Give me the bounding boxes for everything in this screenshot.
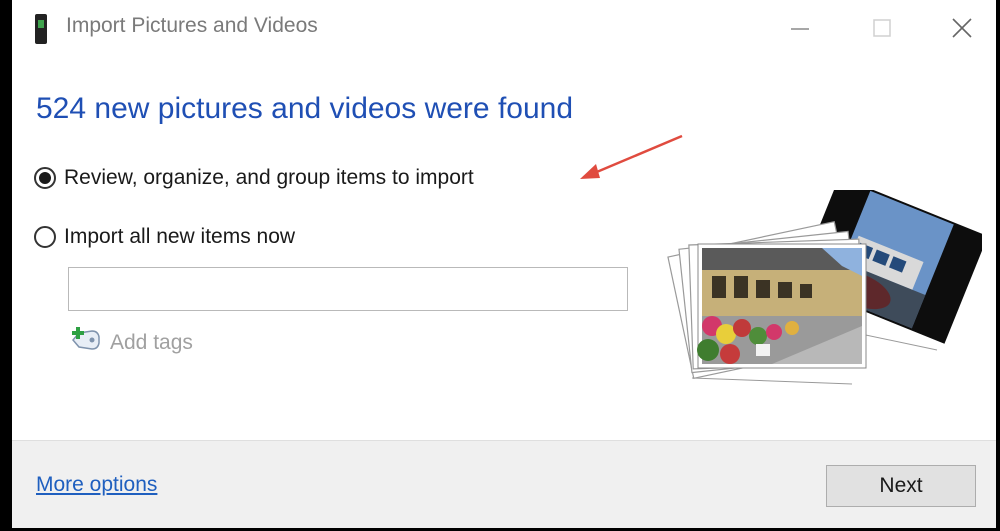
close-icon bbox=[952, 18, 972, 38]
maximize-button[interactable] bbox=[854, 0, 910, 56]
camera-device-icon bbox=[34, 14, 48, 44]
radio-selected-icon[interactable] bbox=[34, 167, 56, 189]
next-button[interactable]: Next bbox=[826, 465, 976, 507]
maximize-icon bbox=[873, 19, 891, 37]
option-import-all[interactable]: Import all new items now bbox=[34, 225, 295, 249]
option-label: Review, organize, and group items to imp… bbox=[64, 166, 474, 189]
option-review-organize[interactable]: Review, organize, and group items to imp… bbox=[34, 166, 474, 190]
page-title: 524 new pictures and videos were found bbox=[36, 92, 574, 125]
dialog-footer: More options Next bbox=[12, 440, 996, 528]
more-options-link[interactable]: More options bbox=[36, 473, 157, 497]
radio-unselected-icon[interactable] bbox=[34, 226, 56, 248]
tags-input[interactable] bbox=[68, 267, 628, 311]
add-tags-link[interactable]: Add tags bbox=[70, 327, 193, 359]
minimize-button[interactable] bbox=[772, 0, 828, 56]
close-button[interactable] bbox=[934, 0, 990, 56]
minimize-icon bbox=[791, 28, 809, 30]
import-dialog: Import Pictures and Videos 524 new pictu… bbox=[0, 0, 1000, 531]
add-tags-label: Add tags bbox=[110, 331, 193, 354]
photo-stack-icon bbox=[652, 176, 988, 395]
red-arrow-icon bbox=[572, 128, 692, 193]
tag-add-icon bbox=[70, 327, 102, 359]
title-bar: Import Pictures and Videos bbox=[12, 0, 996, 56]
window-title: Import Pictures and Videos bbox=[66, 14, 318, 37]
option-label: Import all new items now bbox=[64, 225, 296, 248]
